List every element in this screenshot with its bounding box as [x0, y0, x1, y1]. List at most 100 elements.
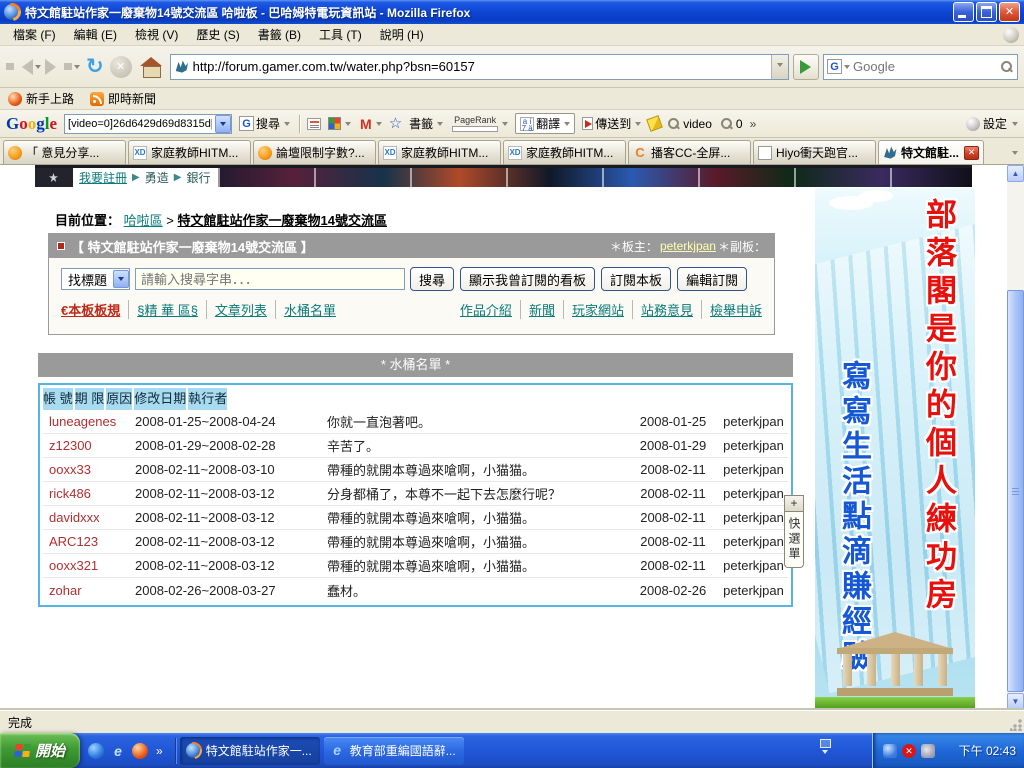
- sidebar-ad-banner[interactable]: 部落閣是你的個人練功房 寫寫生活點滴賺經驗: [815, 188, 975, 710]
- bookmark-item[interactable]: 即時新聞: [90, 90, 156, 107]
- stop-icon[interactable]: ✕: [110, 56, 132, 78]
- toolbar-bookmarks-button[interactable]: 書籤: [407, 114, 445, 133]
- menu-item[interactable]: 編輯 (E): [65, 23, 126, 46]
- tab-close-button[interactable]: [964, 146, 979, 160]
- board-action-button[interactable]: 顯示我曾訂閱的看板: [460, 267, 595, 291]
- scroll-up-button[interactable]: ▲: [1007, 165, 1024, 182]
- find-word-count[interactable]: 0: [719, 116, 745, 132]
- url-input[interactable]: [189, 59, 771, 74]
- taskbar-task-button[interactable]: 特文館駐站作家一...: [180, 737, 320, 765]
- scrollbar-thumb[interactable]: [1007, 290, 1024, 692]
- security-alert-icon[interactable]: [902, 744, 916, 758]
- close-button[interactable]: [999, 2, 1020, 22]
- toolbar-search-button[interactable]: G搜尋: [237, 114, 292, 133]
- url-history-dropdown[interactable]: [771, 55, 788, 79]
- firefox-icon[interactable]: [132, 743, 148, 759]
- ie-icon[interactable]: [110, 743, 126, 759]
- banned-account-link[interactable]: z12300: [43, 438, 135, 453]
- maximize-button[interactable]: [976, 2, 997, 22]
- find-word-video[interactable]: video: [666, 116, 714, 132]
- moderator-link[interactable]: peterkjpan: [660, 239, 716, 253]
- register-link[interactable]: 我要註冊: [79, 169, 127, 186]
- browser-tab[interactable]: Hiyo衝天跑官...: [753, 140, 876, 164]
- breadcrumb-section-link[interactable]: 哈啦區: [124, 213, 163, 228]
- reload-icon[interactable]: ↻: [86, 56, 104, 78]
- bookmark-star-icon[interactable]: ☆: [389, 116, 402, 131]
- combo-dropdown-icon[interactable]: [215, 115, 231, 133]
- browser-tab[interactable]: 論壇限制字數?...: [253, 140, 376, 164]
- banned-account-link[interactable]: ooxx321: [43, 558, 135, 573]
- taskbar-clock[interactable]: 下午 02:43: [959, 742, 1016, 759]
- quick-launch-overflow-chevron[interactable]: »: [156, 744, 163, 758]
- forward-button[interactable]: [45, 59, 80, 75]
- board-nav-link[interactable]: §精 華 區§: [128, 300, 198, 319]
- site-nav-link[interactable]: 作品介紹: [460, 300, 512, 319]
- browser-tab[interactable]: 「 意見分享...: [3, 140, 126, 164]
- site-nav-link[interactable]: 檢舉申訴: [701, 300, 762, 319]
- translate-button[interactable]: a í7 ä翻譯: [515, 113, 575, 134]
- avatar-link[interactable]: 勇造: [145, 169, 169, 186]
- forward-dropdown-icon[interactable]: [74, 65, 80, 72]
- browser-tab[interactable]: 家庭教師HITM...: [378, 140, 501, 164]
- tray-app-icon[interactable]: [883, 744, 897, 758]
- home-icon[interactable]: [139, 57, 163, 77]
- site-nav-link[interactable]: 站務意見: [632, 300, 693, 319]
- menu-item[interactable]: 工具 (T): [310, 23, 371, 46]
- breadcrumb-board-link[interactable]: 特文館駐站作家一廢棄物14號交流區: [178, 213, 387, 228]
- taskbar-task-button[interactable]: 教育部重編國語辭...: [324, 737, 464, 765]
- browser-tab[interactable]: 家庭教師HITM...: [128, 140, 251, 164]
- search-magnifier-icon[interactable]: [1001, 61, 1014, 72]
- board-action-button[interactable]: 搜尋: [410, 267, 454, 291]
- browser-tab[interactable]: 特文館駐...: [878, 140, 984, 164]
- board-nav-link[interactable]: 文章列表: [206, 300, 267, 319]
- news-icon[interactable]: [307, 118, 321, 130]
- banned-account-link[interactable]: luneagenes: [43, 414, 135, 429]
- banned-account-link[interactable]: ARC123: [43, 534, 135, 549]
- volume-icon[interactable]: [921, 744, 935, 758]
- site-nav-link[interactable]: 玩家網站: [563, 300, 624, 319]
- banned-account-link[interactable]: rick486: [43, 486, 135, 501]
- board-nav-link[interactable]: €本板板規: [61, 300, 120, 319]
- sendto-button[interactable]: 傳送到: [580, 114, 643, 133]
- back-button[interactable]: [6, 59, 41, 75]
- toolbar-cube-button[interactable]: [326, 116, 353, 131]
- site-nav-link[interactable]: 新聞: [520, 300, 555, 319]
- banned-account-link[interactable]: davidxxx: [43, 510, 135, 525]
- globe-icon[interactable]: [88, 743, 104, 759]
- board-nav-link[interactable]: 水桶名單: [275, 300, 336, 319]
- board-search-input[interactable]: [135, 268, 405, 290]
- language-bar-widget[interactable]: [818, 739, 832, 757]
- scroll-down-button[interactable]: ▼: [1007, 693, 1024, 710]
- start-button[interactable]: 開始: [0, 733, 80, 768]
- menu-item[interactable]: 說明 (H): [371, 23, 433, 46]
- web-search-input[interactable]: [850, 59, 1001, 74]
- google-toolbar-input[interactable]: [65, 118, 215, 130]
- bookmark-item[interactable]: 新手上路: [8, 90, 74, 107]
- toolbar-overflow-chevron[interactable]: »: [750, 117, 757, 131]
- minimize-button[interactable]: [953, 2, 974, 22]
- pagerank-widget[interactable]: PageRank: [450, 115, 510, 133]
- all-tabs-dropdown[interactable]: [1006, 142, 1022, 162]
- menu-item[interactable]: 歷史 (S): [187, 23, 248, 46]
- bookmark-icon: [8, 92, 22, 106]
- board-action-button[interactable]: 編輯訂閱: [677, 267, 747, 291]
- settings-label[interactable]: 設定: [983, 115, 1007, 132]
- banned-account-link[interactable]: zohar: [43, 583, 135, 598]
- browser-tab[interactable]: 家庭教師HITM...: [503, 140, 626, 164]
- board-action-button[interactable]: 訂閱本板: [601, 267, 671, 291]
- browser-tab[interactable]: 播客CC-全屏...: [628, 140, 751, 164]
- banned-account-link[interactable]: ooxx33: [43, 462, 135, 477]
- go-button[interactable]: [793, 54, 819, 80]
- table-row: ARC123 2008-02-11~2008-03-12 帶種的就開本尊過來嗆啊…: [43, 530, 788, 554]
- highlighter-icon[interactable]: [646, 115, 663, 132]
- quick-menu-expand-button[interactable]: +: [784, 495, 804, 512]
- quick-menu-label[interactable]: 快選單: [784, 512, 804, 568]
- gmail-button[interactable]: M: [358, 115, 384, 133]
- menu-item[interactable]: 檔案 (F): [4, 23, 65, 46]
- back-dropdown-icon[interactable]: [35, 65, 41, 72]
- search-category-select[interactable]: 找標題: [61, 268, 130, 290]
- menu-item[interactable]: 書籤 (B): [249, 23, 310, 46]
- resize-grip[interactable]: [1010, 719, 1022, 731]
- menu-item[interactable]: 檢視 (V): [126, 23, 187, 46]
- bank-link[interactable]: 銀行: [186, 169, 210, 186]
